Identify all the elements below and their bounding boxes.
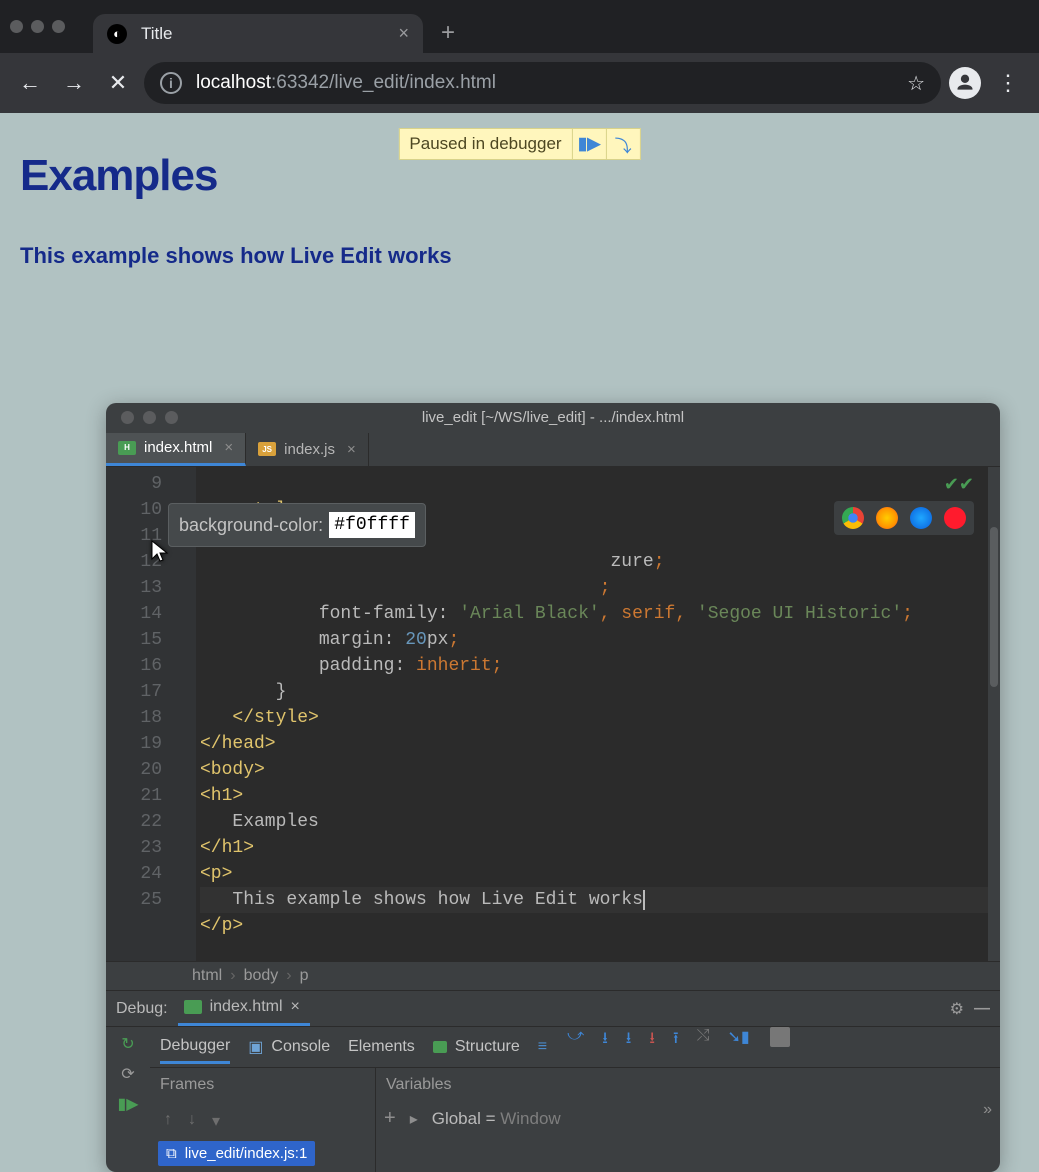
debug-settings-icon[interactable]: ⚙ (950, 999, 964, 1019)
html-file-icon (184, 1000, 202, 1014)
variables-header: Variables (376, 1068, 1000, 1101)
debug-config-name: index.html (210, 998, 283, 1016)
bookmark-star-icon[interactable]: ☆ (907, 71, 925, 96)
more-chevron-icon[interactable]: » (975, 1101, 1000, 1172)
step-out-icon[interactable]: ⭱ (673, 1027, 679, 1067)
back-button[interactable]: ← (12, 65, 48, 101)
paused-in-debugger-banner: Paused in debugger ▮▶ ⤵ (398, 128, 640, 160)
editor-tab-index-js[interactable]: JS index.js × (246, 433, 369, 466)
html-file-icon (433, 1041, 447, 1053)
breadcrumb-item[interactable]: html (192, 967, 222, 985)
inspection-ok-icon[interactable]: ✔✔ (944, 473, 974, 499)
frames-header: Frames (150, 1068, 376, 1101)
forward-button[interactable]: → (56, 65, 92, 101)
frame-label: live_edit/index.js:1 (185, 1145, 308, 1162)
address-bar[interactable]: i localhost:63342/live_edit/index.html ☆ (144, 62, 941, 104)
run-to-cursor-icon[interactable]: ➘▮ (727, 1027, 749, 1067)
debugger-tab[interactable]: Debugger (160, 1037, 230, 1064)
browser-tab[interactable]: ◐ Title × (93, 14, 423, 53)
ide-close-dot[interactable] (121, 411, 134, 424)
ide-max-dot[interactable] (165, 411, 178, 424)
tab-close-icon[interactable]: × (224, 439, 233, 456)
elements-tab[interactable]: Elements (348, 1038, 415, 1056)
info-icon[interactable]: i (160, 72, 182, 94)
frame-filter-icon[interactable]: ▾ (212, 1111, 220, 1131)
mouse-cursor-icon (150, 539, 170, 572)
url-path: :63342/live_edit/index.html (271, 72, 496, 93)
ide-title-text: live_edit [~/WS/live_edit] - .../index.h… (422, 409, 684, 426)
reload-icon[interactable]: ⟳ (115, 1063, 141, 1085)
firefox-icon[interactable] (876, 507, 898, 529)
variable-name: Global = (432, 1109, 501, 1128)
url-host: localhost (196, 72, 271, 93)
code-editor[interactable]: 91011 121314 151617 181920 212223 2425 <… (106, 467, 1000, 961)
breadcrumb-bar[interactable]: html› body› p (106, 961, 1000, 991)
layout-icon[interactable]: ≡ (538, 1038, 547, 1056)
step-over-icon[interactable]: ⤻ (567, 1027, 584, 1067)
debugger-resume-icon[interactable]: ▮▶ (572, 129, 606, 159)
new-tab-button[interactable]: + (441, 19, 455, 47)
new-watch-icon[interactable]: + (384, 1107, 396, 1130)
profile-avatar[interactable] (949, 67, 981, 99)
chrome-icon[interactable] (842, 507, 864, 529)
frame-down-icon[interactable]: ↓ (188, 1111, 196, 1131)
open-in-browser-toolbar (834, 501, 974, 535)
opera-icon[interactable] (944, 507, 966, 529)
tab-title: Title (141, 24, 173, 44)
frame-up-icon[interactable]: ↑ (164, 1111, 172, 1131)
tab-label: index.html (144, 439, 212, 456)
resume-icon[interactable]: ▮▶ (115, 1093, 141, 1115)
evaluate-expression-icon[interactable] (770, 1027, 790, 1047)
tab-label: index.js (284, 441, 335, 458)
drop-frame-icon[interactable]: ⤭ (697, 1027, 710, 1067)
code-token: ; (600, 578, 611, 598)
step-into-icon[interactable]: ⭳ (602, 1027, 608, 1067)
tab-close-icon[interactable]: × (291, 998, 300, 1016)
debug-label: Debug: (116, 1000, 168, 1018)
tooltip-swatch: #f0ffff (329, 512, 415, 538)
debugger-step-icon[interactable]: ⤵ (606, 129, 640, 159)
structure-tab[interactable]: Structure (433, 1038, 520, 1056)
html-file-icon: H (118, 441, 136, 455)
frame-file-icon: ⧉ (166, 1145, 177, 1162)
ide-window: live_edit [~/WS/live_edit] - .../index.h… (106, 403, 1000, 1172)
expand-icon[interactable]: ▸ (410, 1109, 418, 1129)
debug-hide-icon[interactable]: — (974, 1000, 990, 1018)
step-into-my-icon[interactable]: ⭳ (626, 1027, 632, 1067)
tab-close-icon[interactable]: × (347, 441, 356, 458)
ide-min-dot[interactable] (143, 411, 156, 424)
favicon-icon: ◐ (107, 24, 127, 44)
page-paragraph: This example shows how Live Edit works (20, 243, 1019, 269)
tooltip-label: background-color: (179, 512, 323, 538)
stop-button[interactable]: ✕ (100, 65, 136, 101)
debug-config-tab[interactable]: index.html × (178, 991, 310, 1026)
banner-text: Paused in debugger (399, 134, 571, 154)
console-tab[interactable]: ▣Console (248, 1037, 330, 1057)
breadcrumb-item[interactable]: p (300, 967, 309, 985)
stack-frame[interactable]: ⧉ live_edit/index.js:1 (158, 1141, 315, 1166)
variable-value: Window (500, 1109, 560, 1128)
color-tooltip: background-color: #f0ffff (168, 503, 426, 547)
editor-tab-index-html[interactable]: H index.html × (106, 433, 246, 466)
safari-icon[interactable] (910, 507, 932, 529)
js-file-icon: JS (258, 442, 276, 456)
force-step-into-icon[interactable]: ⭳ (649, 1027, 655, 1067)
code-token: zure (610, 552, 653, 572)
editor-scrollbar[interactable] (988, 467, 1000, 961)
rerun-icon[interactable]: ↻ (115, 1033, 141, 1055)
window-dot-close[interactable] (10, 20, 23, 33)
window-dot-max[interactable] (52, 20, 65, 33)
tab-close-icon[interactable]: × (398, 23, 409, 44)
browser-menu-icon[interactable]: ⋮ (989, 70, 1027, 96)
breadcrumb-item[interactable]: body (244, 967, 279, 985)
window-dot-min[interactable] (31, 20, 44, 33)
